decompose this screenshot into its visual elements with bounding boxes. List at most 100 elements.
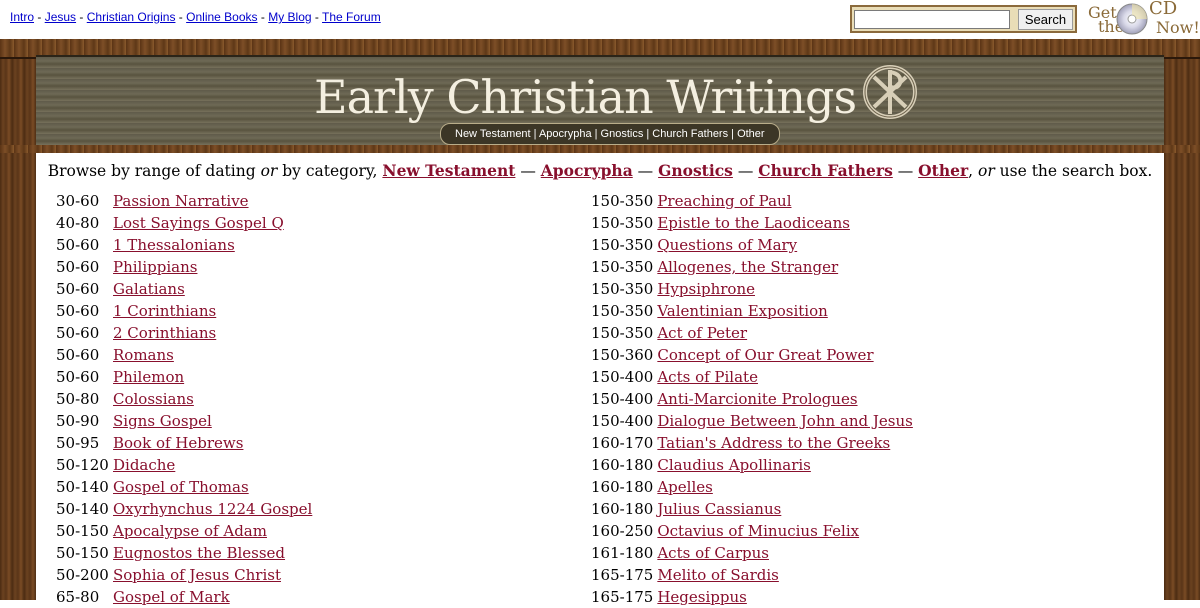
list-item: 50-60 1 Corinthians <box>56 300 312 322</box>
intro-line: Browse by range of dating or by category… <box>36 161 1164 180</box>
date-range: 160-180 <box>591 500 654 518</box>
date-range: 165-175 <box>591 566 654 584</box>
writing-link[interactable]: Passion Narrative <box>113 192 249 210</box>
date-range: 150-400 <box>591 368 654 386</box>
get-cd-promo[interactable]: Get the CD Now! <box>1086 0 1200 39</box>
date-range: 50-60 <box>56 258 100 276</box>
writing-link[interactable]: Colossians <box>113 390 194 408</box>
writing-link[interactable]: Galatians <box>113 280 185 298</box>
category-bar[interactable]: New Testament | Apocrypha | Gnostics | C… <box>440 123 780 145</box>
search-form: Search <box>850 5 1077 33</box>
intro-dash: — <box>892 162 919 180</box>
list-item: 150-350 Valentinian Exposition <box>591 300 913 322</box>
category-link-gnostics[interactable]: Gnostics <box>658 161 733 180</box>
writing-link[interactable]: Hypsiphrone <box>657 280 755 298</box>
intro-dash: — <box>632 162 659 180</box>
intro-text: Browse by range of dating <box>47 162 261 180</box>
category-link-church-fathers[interactable]: Church Fathers <box>758 161 893 180</box>
date-range: 165-175 <box>591 588 654 606</box>
list-item: 30-60 Passion Narrative <box>56 190 312 212</box>
list-item: 50-140 Gospel of Thomas <box>56 476 312 498</box>
writing-link[interactable]: Didache <box>113 456 175 474</box>
list-item: 50-95 Book of Hebrews <box>56 432 312 454</box>
writing-link[interactable]: Acts of Pilate <box>657 368 758 386</box>
list-item: 50-200 Sophia of Jesus Christ <box>56 564 312 586</box>
date-range: 50-150 <box>56 522 109 540</box>
nav-link-the-forum[interactable]: The Forum <box>322 10 381 24</box>
writing-link[interactable]: Questions of Mary <box>657 236 797 254</box>
writing-link[interactable]: Concept of Our Great Power <box>657 346 873 364</box>
date-range: 160-250 <box>591 522 654 540</box>
writing-link[interactable]: Valentinian Exposition <box>657 302 827 320</box>
list-item: 160-180 Apelles <box>591 476 913 498</box>
writing-link[interactable]: Acts of Carpus <box>657 544 769 562</box>
nav-link-online-books[interactable]: Online Books <box>186 10 257 24</box>
writing-link[interactable]: Julius Cassianus <box>657 500 781 518</box>
intro-dash: — <box>732 162 759 180</box>
category-link-apocrypha[interactable]: Apocrypha <box>541 161 633 180</box>
nav-link-intro[interactable]: Intro <box>10 10 34 24</box>
date-range: 50-60 <box>56 324 100 342</box>
writing-link[interactable]: Hegesippus <box>657 588 747 606</box>
writing-link[interactable]: Gospel of Mark <box>113 588 230 606</box>
writing-link[interactable]: Signs Gospel <box>113 412 212 430</box>
date-range: 150-350 <box>591 324 654 342</box>
nav-separator: - <box>260 10 265 24</box>
writing-link[interactable]: Philippians <box>113 258 197 276</box>
writing-link[interactable]: 1 Corinthians <box>113 302 216 320</box>
writing-link[interactable]: Act of Peter <box>657 324 747 342</box>
date-range: 50-140 <box>56 478 109 496</box>
list-item: 50-60 Romans <box>56 344 312 366</box>
date-range: 150-350 <box>591 302 654 320</box>
list-item: 150-350 Hypsiphrone <box>591 278 913 300</box>
intro-or: or <box>977 162 995 180</box>
writing-link[interactable]: Octavius of Minucius Felix <box>657 522 859 540</box>
writing-link[interactable]: Apelles <box>657 478 712 496</box>
date-range: 150-360 <box>591 346 654 364</box>
writing-link[interactable]: Dialogue Between John and Jesus <box>657 412 913 430</box>
list-item: 165-175 Melito of Sardis <box>591 564 913 586</box>
writing-link[interactable]: Apocalypse of Adam <box>113 522 267 540</box>
list-item: 40-80 Lost Sayings Gospel Q <box>56 212 312 234</box>
category-link-new-testament[interactable]: New Testament <box>382 161 515 180</box>
nav-link-jesus[interactable]: Jesus <box>45 10 76 24</box>
list-item: 165-175 Hegesippus <box>591 586 913 608</box>
category-link-other[interactable]: Other <box>918 161 968 180</box>
date-range: 50-60 <box>56 368 100 386</box>
writing-link[interactable]: 2 Corinthians <box>113 324 216 342</box>
writing-link[interactable]: Melito of Sardis <box>657 566 779 584</box>
writing-link[interactable]: Claudius Apollinaris <box>657 456 811 474</box>
list-item: 50-120 Didache <box>56 454 312 476</box>
list-item: 50-140 Oxyrhynchus 1224 Gospel <box>56 498 312 520</box>
writing-link[interactable]: Allogenes, the Stranger <box>657 258 838 276</box>
date-range: 30-60 <box>56 192 100 210</box>
writing-link[interactable]: 1 Thessalonians <box>113 236 235 254</box>
date-range: 150-400 <box>591 390 654 408</box>
intro-comma: , <box>968 162 978 180</box>
date-range: 50-80 <box>56 390 100 408</box>
writing-link[interactable]: Book of Hebrews <box>113 434 243 452</box>
writing-link[interactable]: Romans <box>113 346 174 364</box>
date-range: 150-350 <box>591 192 654 210</box>
writing-link[interactable]: Sophia of Jesus Christ <box>113 566 281 584</box>
list-item: 50-80 Colossians <box>56 388 312 410</box>
writing-link[interactable]: Preaching of Paul <box>657 192 791 210</box>
writing-link[interactable]: Philemon <box>113 368 184 386</box>
writing-link[interactable]: Epistle to the Laodiceans <box>657 214 850 232</box>
nav-separator: - <box>79 10 84 24</box>
writing-link[interactable]: Tatian's Address to the Greeks <box>657 434 890 452</box>
search-input[interactable] <box>854 10 1010 29</box>
top-bar: Intro - Jesus - Christian Origins - Onli… <box>0 0 1200 39</box>
writing-link[interactable]: Oxyrhynchus 1224 Gospel <box>113 500 312 518</box>
list-item: 150-350 Questions of Mary <box>591 234 913 256</box>
writing-link[interactable]: Eugnostos the Blessed <box>113 544 285 562</box>
list-item: 150-360 Concept of Our Great Power <box>591 344 913 366</box>
writing-link[interactable]: Gospel of Thomas <box>113 478 249 496</box>
nav-link-my-blog[interactable]: My Blog <box>268 10 311 24</box>
date-range: 50-60 <box>56 236 100 254</box>
search-button[interactable]: Search <box>1018 9 1073 30</box>
wood-beam-bottom <box>0 145 1200 153</box>
nav-link-christian-origins[interactable]: Christian Origins <box>87 10 176 24</box>
writing-link[interactable]: Lost Sayings Gospel Q <box>113 214 284 232</box>
writing-link[interactable]: Anti-Marcionite Prologues <box>657 390 857 408</box>
